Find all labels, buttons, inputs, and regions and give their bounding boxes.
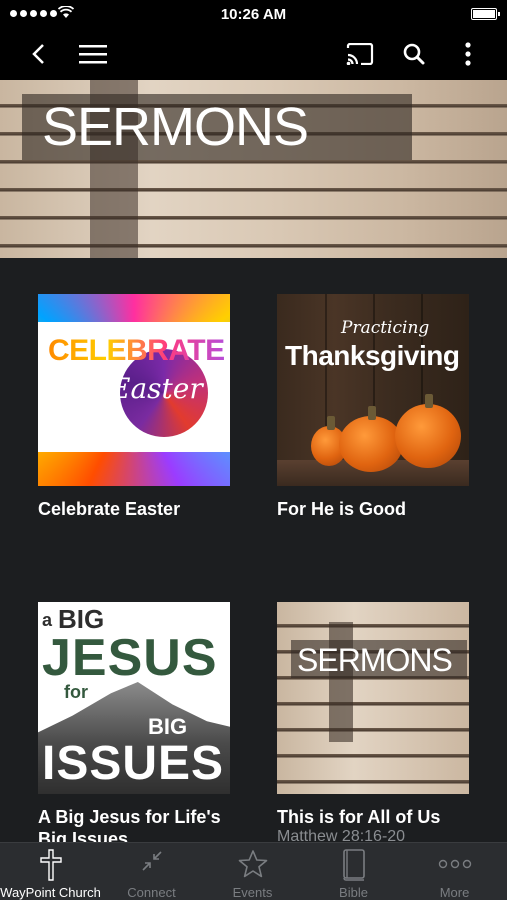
- cast-button[interactable]: [338, 28, 382, 80]
- chevron-left-icon: [32, 44, 44, 64]
- book-icon: [342, 849, 365, 881]
- banner-title: SERMONS: [42, 97, 309, 157]
- series-title: For He is Good: [277, 499, 407, 519]
- status-time: 10:26 AM: [220, 6, 287, 23]
- nav-bar: [0, 28, 507, 80]
- series-card-celebrate-easter[interactable]: CELEBRATE Easter Celebrate Easter: [38, 294, 230, 520]
- artwork-word: CELEBRATE: [48, 334, 225, 367]
- artwork-small-text: Practicing: [341, 318, 430, 338]
- status-bar: 10:26 AM: [0, 0, 507, 28]
- series-artwork: Practicing Thanksgiving: [277, 294, 469, 486]
- series-card-this-is-for-all-of-us[interactable]: SERMONS This is for All of Us Matthew 28…: [277, 602, 469, 842]
- series-title: A Big Jesus for Life's Big Issues: [38, 807, 221, 842]
- sermons-banner: SERMONS: [0, 80, 507, 258]
- cross-icon: [39, 849, 62, 881]
- back-button[interactable]: [16, 28, 60, 80]
- series-subtitle: Matthew 28:16-20: [277, 828, 406, 842]
- more-options-button[interactable]: [446, 28, 490, 80]
- hamburger-icon: [79, 45, 107, 64]
- series-card-for-he-is-good[interactable]: Practicing Thanksgiving For He is Good: [277, 294, 469, 520]
- artwork-big-text: Thanksgiving: [285, 340, 460, 371]
- menu-button[interactable]: [71, 28, 115, 80]
- tab-bar: WayPoint Church Connect Events Bible Mor…: [0, 842, 507, 900]
- connect-icon: [141, 851, 162, 871]
- tab-label: WayPoint Church: [0, 885, 101, 900]
- tab-label: Events: [232, 885, 273, 900]
- artwork-word: SERMONS: [297, 642, 453, 678]
- tab-waypoint-church[interactable]: WayPoint Church: [0, 843, 101, 900]
- series-artwork: SERMONS: [277, 602, 469, 794]
- tab-label: Bible: [339, 885, 368, 900]
- star-icon: [238, 850, 267, 878]
- series-artwork: a BIG JESUS for BIG ISSUES: [38, 602, 230, 794]
- cast-icon: [346, 43, 374, 65]
- artwork-script: Easter: [110, 372, 203, 405]
- vertical-ellipsis-icon: [465, 42, 471, 66]
- search-icon: [403, 43, 425, 65]
- tab-label: Connect: [127, 885, 176, 900]
- search-button[interactable]: [392, 28, 436, 80]
- series-artwork: CELEBRATE Easter: [38, 294, 230, 486]
- tab-connect[interactable]: Connect: [101, 843, 202, 900]
- series-title: This is for All of Us: [277, 807, 441, 827]
- tab-more[interactable]: More: [404, 843, 505, 900]
- series-title: Celebrate Easter: [38, 499, 181, 519]
- ellipsis-icon: [438, 859, 471, 869]
- artwork-text-for: for: [64, 682, 88, 702]
- tab-bible[interactable]: Bible: [303, 843, 404, 900]
- battery-icon: [471, 8, 500, 20]
- artwork-text-jesus: JESUS: [42, 629, 218, 687]
- tab-label: More: [439, 885, 470, 900]
- tab-events[interactable]: Events: [202, 843, 303, 900]
- artwork-text-issues: ISSUES: [42, 737, 225, 790]
- series-card-big-jesus[interactable]: a BIG JESUS for BIG ISSUES A Big Jesus f…: [38, 602, 230, 842]
- series-grid: CELEBRATE Easter Celebrate Easter Practi…: [0, 258, 507, 842]
